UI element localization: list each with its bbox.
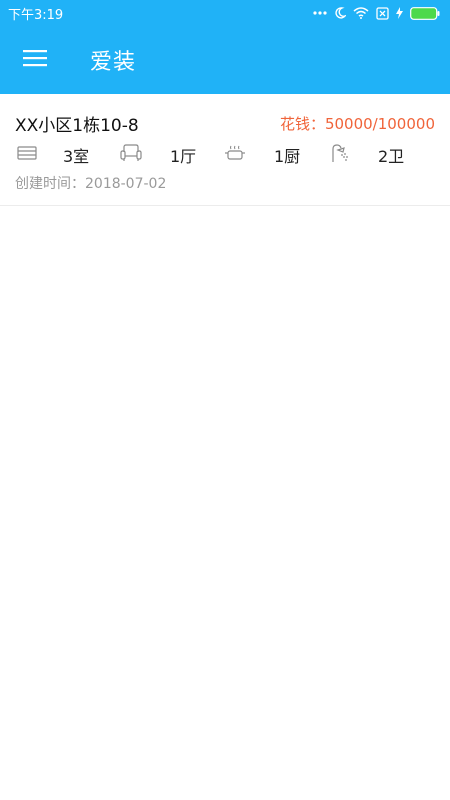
kitchen-count: 1厨 [274,147,301,166]
pot-icon [223,142,247,164]
sofa-icon [119,142,143,164]
project-card[interactable]: XX小区1栋10-8 花钱：50000/100000 3室 1厅 1厨 2卫 创… [0,94,450,206]
app-bar: 爱装 [0,26,450,94]
moon-icon [334,7,346,19]
hamburger-menu-icon [23,49,47,71]
wifi-icon [353,7,369,19]
created-date: 创建时间：2018-07-02 [15,176,167,192]
sim-x-icon [376,6,389,20]
more-dots-icon [313,11,327,15]
page-title: 爱装 [90,50,137,75]
menu-button[interactable] [0,26,70,94]
bed-icon [15,142,39,164]
shower-icon [328,142,352,164]
living-count: 1厅 [170,147,197,166]
bath-count: 2卫 [378,147,405,166]
project-name: XX小区1栋10-8 [15,116,139,136]
room-summary: 3室 1厅 1厨 2卫 [15,142,435,166]
battery-icon [410,6,440,20]
status-time: 下午3:19 [8,7,64,23]
status-bar: 下午3:19 [0,0,450,26]
bedroom-count: 3室 [63,147,90,166]
project-cost: 花钱：50000/100000 [279,115,435,133]
status-icons [313,6,440,20]
charging-bolt-icon [396,7,403,19]
